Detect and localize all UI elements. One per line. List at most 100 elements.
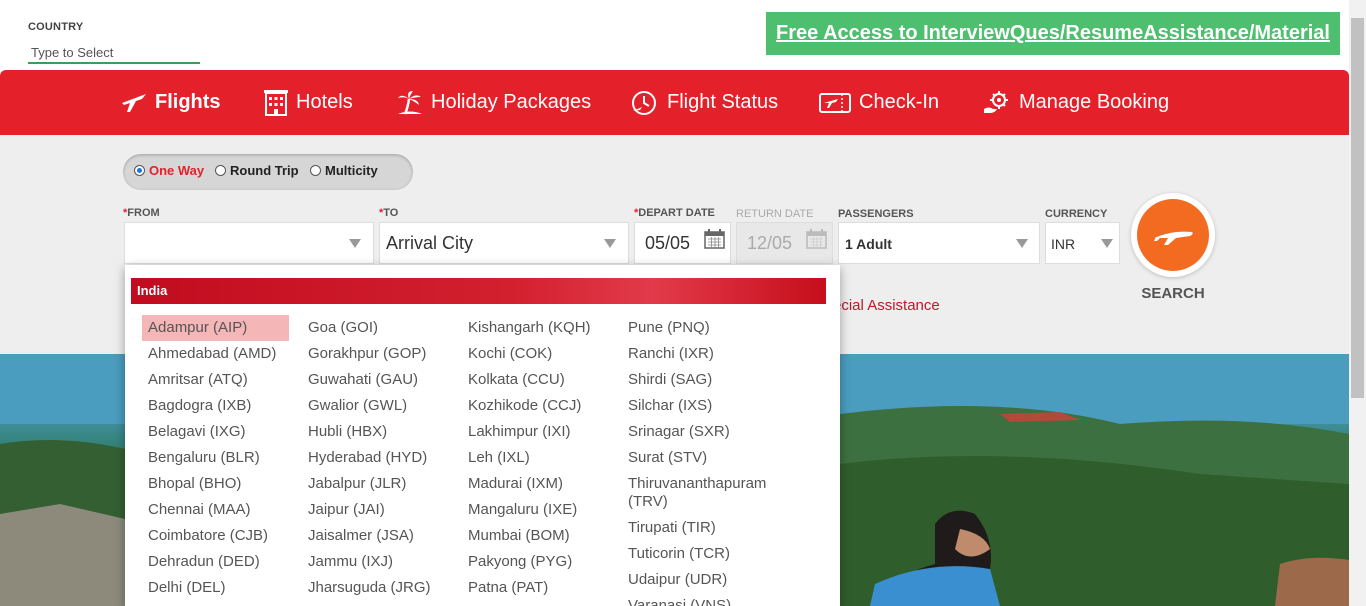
city-option[interactable]: Leh (IXL)	[462, 445, 591, 471]
passengers-label: PASSENGERS	[838, 208, 914, 220]
city-option[interactable]: Kochi (COK)	[462, 341, 591, 367]
city-option[interactable]: Adampur (AIP)	[142, 315, 289, 341]
country-label: COUNTRY	[28, 21, 84, 33]
trip-one-way[interactable]: One Way	[134, 163, 204, 178]
passengers-select[interactable]: 1 Adult	[838, 222, 1040, 264]
currency-label: CURRENCY	[1045, 208, 1108, 220]
calendar-icon[interactable]	[806, 229, 827, 249]
palm-tree-icon	[398, 90, 422, 114]
city-option[interactable]: Shirdi (SAG)	[622, 367, 778, 393]
passengers-value: 1 Adult	[845, 236, 892, 252]
city-column-3: Kishangarh (KQH) Kochi (COK) Kolkata (CC…	[462, 315, 591, 601]
special-assistance-link[interactable]: ecial Assistance	[833, 297, 940, 314]
trip-label: Multicity	[325, 163, 378, 178]
gear-hand-icon	[984, 90, 1008, 113]
city-option[interactable]: Ranchi (IXR)	[622, 341, 778, 367]
city-option[interactable]: Tuticorin (TCR)	[622, 541, 778, 567]
city-option[interactable]: Delhi (DEL)	[142, 575, 289, 601]
city-option[interactable]: Gorakhpur (GOP)	[302, 341, 431, 367]
city-option[interactable]: Mumbai (BOM)	[462, 523, 591, 549]
city-option[interactable]: Kishangarh (KQH)	[462, 315, 591, 341]
nav-label: Flight Status	[667, 91, 779, 113]
chevron-down-icon	[349, 239, 361, 248]
promo-link[interactable]: Free Access to InterviewQues/ResumeAssis…	[776, 22, 1330, 45]
city-option[interactable]: Madurai (IXM)	[462, 471, 591, 497]
city-option[interactable]: Patna (PAT)	[462, 575, 591, 601]
city-option[interactable]: Bengaluru (BLR)	[142, 445, 289, 471]
currency-value: INR	[1051, 236, 1076, 252]
search-button[interactable]	[1131, 193, 1215, 277]
city-option[interactable]: Udaipur (UDR)	[622, 567, 778, 593]
city-option[interactable]: Mangaluru (IXE)	[462, 497, 591, 523]
currency-select[interactable]: INR	[1045, 222, 1120, 264]
from-label: *FROM	[123, 207, 160, 219]
promo-banner: Free Access to InterviewQues/ResumeAssis…	[766, 12, 1340, 55]
trip-round-trip[interactable]: Round Trip	[215, 163, 299, 178]
city-option[interactable]: Hyderabad (HYD)	[302, 445, 431, 471]
nav-label: Holiday Packages	[431, 91, 592, 113]
city-option[interactable]: Pune (PNQ)	[622, 315, 778, 341]
nav-holiday-packages[interactable]: Holiday Packages	[396, 70, 591, 135]
radio-icon[interactable]	[310, 165, 321, 176]
radio-icon[interactable]	[215, 165, 226, 176]
nav-label: Flights	[155, 91, 221, 113]
to-value: Arrival City	[386, 233, 474, 253]
trip-multicity[interactable]: Multicity	[310, 163, 378, 178]
depart-date-value: 05/05	[645, 233, 691, 253]
city-option[interactable]: Bagdogra (IXB)	[142, 393, 289, 419]
city-option[interactable]: Silchar (IXS)	[622, 393, 778, 419]
chevron-down-icon	[1016, 239, 1028, 248]
city-option[interactable]: Hubli (HBX)	[302, 419, 431, 445]
nav-label: Hotels	[296, 91, 353, 113]
city-option[interactable]: Varanasi (VNS)	[622, 593, 778, 606]
depart-date-field[interactable]: 05/05	[634, 222, 731, 264]
main-nav: Flights Hotels Holiday Packages Flight S…	[0, 70, 1349, 135]
city-option[interactable]: Coimbatore (CJB)	[142, 523, 289, 549]
city-option[interactable]: Gwalior (GWL)	[302, 393, 431, 419]
city-option[interactable]: Ahmedabad (AMD)	[142, 341, 289, 367]
city-option[interactable]: Thiruvananthapuram (TRV)	[622, 471, 778, 515]
return-date-field[interactable]: 12/05	[736, 222, 833, 264]
city-option[interactable]: Dehradun (DED)	[142, 549, 289, 575]
clock-plane-icon	[632, 90, 656, 115]
city-option[interactable]: Kolkata (CCU)	[462, 367, 591, 393]
city-option[interactable]: Jabalpur (JLR)	[302, 471, 431, 497]
city-option[interactable]: Belagavi (IXG)	[142, 419, 289, 445]
city-option[interactable]: Surat (STV)	[622, 445, 778, 471]
city-option[interactable]: Lakhimpur (IXI)	[462, 419, 591, 445]
depart-date-label: *DEPART DATE	[634, 207, 715, 219]
to-select[interactable]: Arrival City	[379, 222, 629, 264]
city-option[interactable]: Jaipur (JAI)	[302, 497, 431, 523]
nav-flight-status[interactable]: Flight Status	[630, 70, 778, 135]
return-date-value: 12/05	[747, 233, 793, 253]
nav-check-in[interactable]: Check-In	[818, 70, 939, 135]
city-option[interactable]: Pakyong (PYG)	[462, 549, 591, 575]
city-option[interactable]: Srinagar (SXR)	[622, 419, 778, 445]
trip-label: One Way	[149, 163, 205, 178]
city-option[interactable]: Jammu (IXJ)	[302, 549, 431, 575]
scrollbar-thumb[interactable]	[1351, 18, 1364, 398]
radio-icon[interactable]	[134, 165, 145, 176]
nav-label: Manage Booking	[1019, 91, 1170, 113]
country-input[interactable]	[28, 42, 200, 64]
city-option[interactable]: Chennai (MAA)	[142, 497, 289, 523]
return-date-label: RETURN DATE	[736, 208, 814, 220]
city-option[interactable]: Jharsuguda (JRG)	[302, 575, 431, 601]
chevron-down-icon	[1101, 239, 1113, 248]
to-label: *TO	[379, 207, 399, 219]
from-select[interactable]	[124, 222, 374, 264]
nav-flights[interactable]: Flights	[120, 70, 221, 135]
nav-hotels[interactable]: Hotels	[263, 70, 353, 135]
city-option[interactable]: Tirupati (TIR)	[622, 515, 778, 541]
trip-label: Round Trip	[230, 163, 299, 178]
plane-icon	[1154, 231, 1193, 245]
nav-manage-booking[interactable]: Manage Booking	[982, 70, 1169, 135]
city-option[interactable]: Goa (GOI)	[302, 315, 431, 341]
city-option[interactable]: Jaisalmer (JSA)	[302, 523, 431, 549]
calendar-icon[interactable]	[704, 229, 725, 249]
city-option[interactable]: Bhopal (BHO)	[142, 471, 289, 497]
trip-type-selector: One Way Round Trip Multicity	[123, 154, 413, 190]
city-option[interactable]: Amritsar (ATQ)	[142, 367, 289, 393]
city-option[interactable]: Kozhikode (CCJ)	[462, 393, 591, 419]
city-option[interactable]: Guwahati (GAU)	[302, 367, 431, 393]
